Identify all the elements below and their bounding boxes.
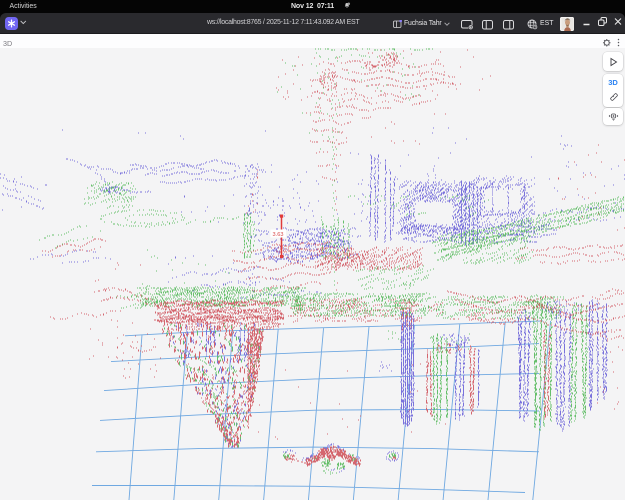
svg-text:3.63: 3.63 bbox=[273, 232, 284, 238]
